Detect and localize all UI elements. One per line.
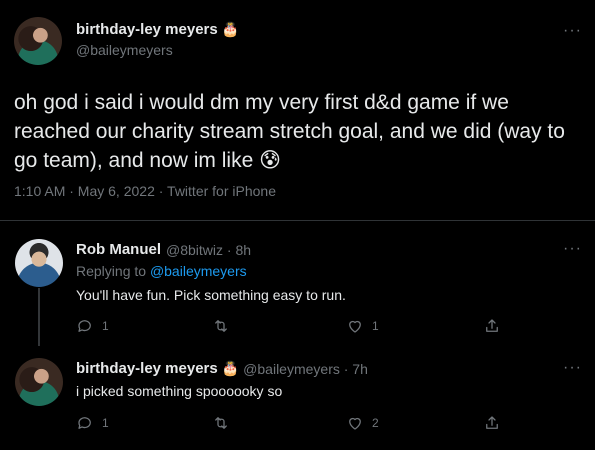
reply-handle-time[interactable]: @8bitwiz · 8h: [166, 242, 251, 258]
reply-author-line: birthday-ley meyers 🎂 @baileymeyers · 7h: [76, 360, 368, 377]
tweet-text: oh god i said i would dm my very first d…: [14, 88, 584, 175]
like-button[interactable]: 2: [346, 414, 379, 432]
reply-display-name[interactable]: birthday-ley meyers: [76, 360, 218, 377]
reply-text: You'll have fun. Pick something easy to …: [76, 287, 346, 303]
retweet-icon: [215, 417, 227, 429]
share-icon: [486, 416, 498, 429]
cake-emoji: 🎂: [221, 360, 240, 376]
share-button[interactable]: [483, 414, 501, 432]
like-count: 1: [372, 319, 379, 333]
like-count: 2: [372, 416, 379, 430]
replying-to-label: Replying to: [76, 263, 147, 279]
divider: [0, 220, 595, 221]
reply-icon: [78, 417, 91, 429]
reply-author-line: Rob Manuel @8bitwiz · 8h: [76, 241, 251, 258]
share-icon: [486, 319, 498, 332]
author-display-name[interactable]: birthday-ley meyers: [76, 21, 218, 38]
retweet-button[interactable]: [212, 317, 230, 335]
reply-count: 1: [102, 319, 109, 333]
tweet-timestamp[interactable]: 1:10 AM · May 6, 2022 · Twitter for iPho…: [14, 183, 276, 199]
author-handle[interactable]: @baileymeyers: [76, 42, 173, 58]
like-button[interactable]: 1: [346, 317, 379, 335]
reply-handle-time[interactable]: @baileymeyers · 7h: [243, 361, 368, 377]
reply-icon: [78, 320, 91, 332]
reply-count: 1: [102, 416, 109, 430]
like-icon: [349, 320, 361, 333]
share-button[interactable]: [483, 317, 501, 335]
more-icon[interactable]: ···: [563, 240, 582, 258]
thread-line: [38, 288, 40, 346]
replying-to: Replying to @baileymeyers: [76, 263, 247, 279]
reply-button[interactable]: 1: [76, 414, 109, 432]
reply-display-name[interactable]: Rob Manuel: [76, 241, 161, 258]
retweet-button[interactable]: [212, 414, 230, 432]
more-icon[interactable]: ···: [563, 22, 582, 40]
more-icon[interactable]: ···: [563, 359, 582, 377]
avatar[interactable]: [15, 239, 63, 287]
author-line: birthday-ley meyers 🎂: [76, 21, 239, 38]
avatar[interactable]: [14, 17, 62, 65]
tweet-body: oh god i said i would dm my very first d…: [14, 91, 565, 172]
reply-text: i picked something spoooooky so: [76, 383, 283, 399]
avatar[interactable]: [15, 358, 63, 406]
like-icon: [349, 417, 361, 430]
reply-button[interactable]: 1: [76, 317, 109, 335]
cake-emoji: 🎂: [221, 21, 240, 37]
retweet-icon: [215, 320, 227, 332]
anxious-face-emoji: 😰: [259, 149, 282, 172]
replying-to-link[interactable]: @baileymeyers: [150, 263, 247, 279]
